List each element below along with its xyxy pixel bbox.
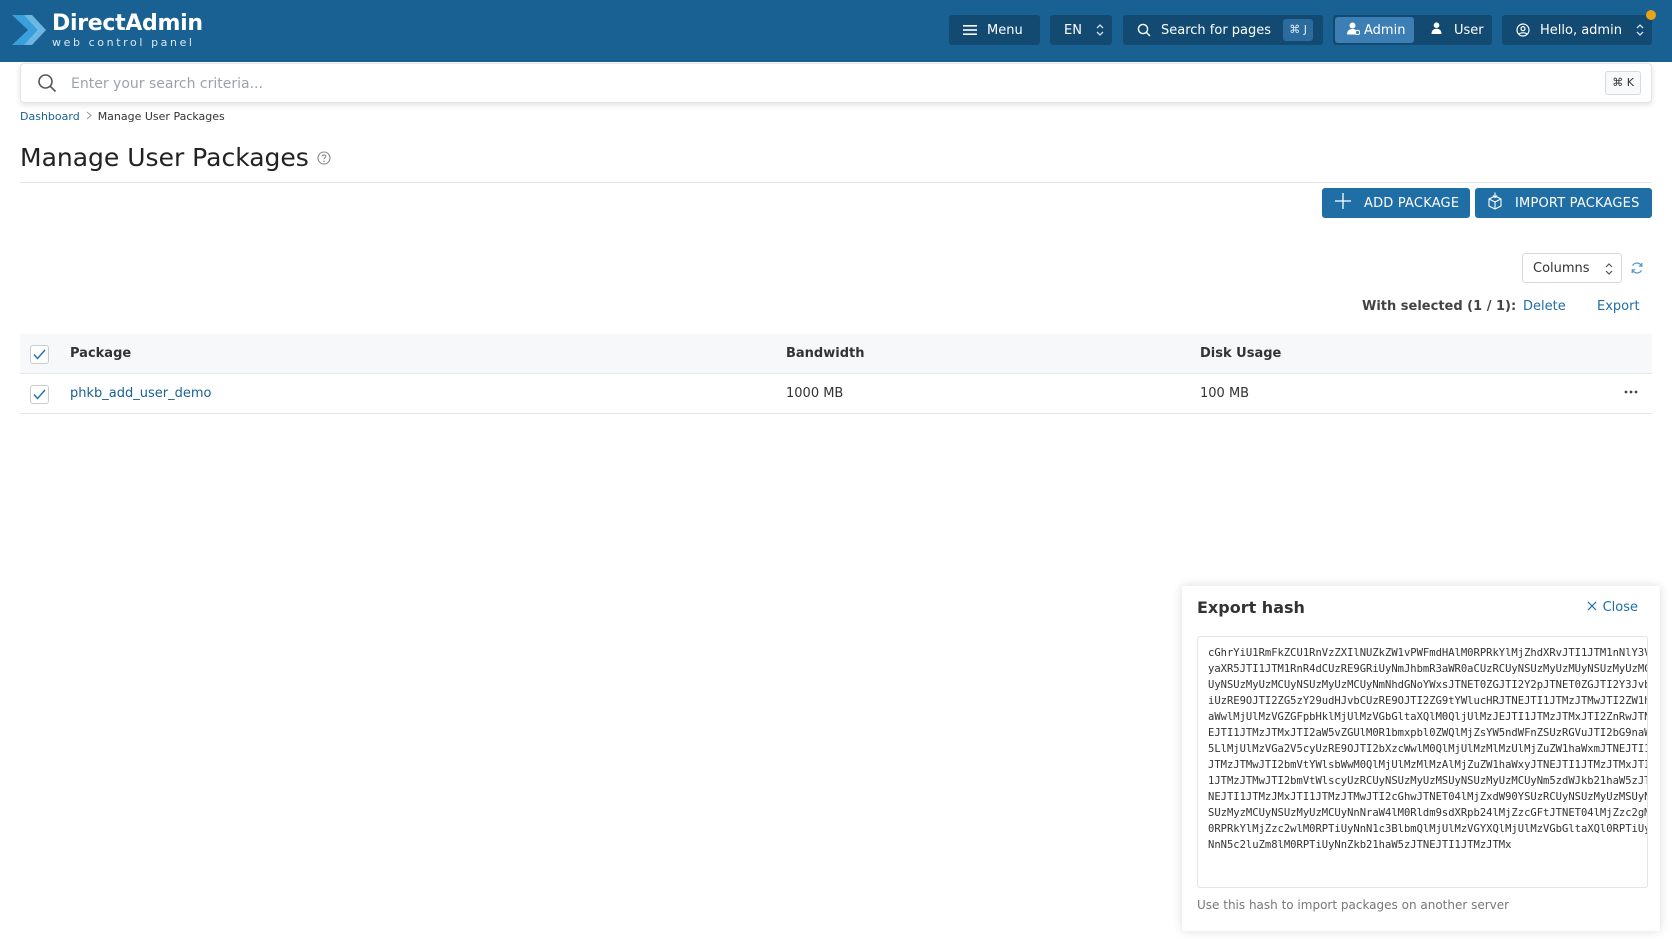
updown-chevron-icon [1096, 23, 1104, 41]
export-hash-note: Use this hash to import packages on anot… [1197, 898, 1510, 912]
import-box-icon [1487, 192, 1503, 214]
disk-usage-value: 100 MB [1200, 386, 1250, 401]
packages-table: Package Bandwidth Disk Usage phkb_add_us… [20, 334, 1652, 414]
logo-title: DirectAdmin [52, 10, 203, 36]
export-selected-button[interactable]: Export [1597, 299, 1640, 314]
import-packages-label: IMPORT PACKAGES [1515, 195, 1640, 211]
chevron-right-icon [86, 111, 92, 123]
checkmark-icon [33, 389, 46, 400]
row-checkbox[interactable] [30, 385, 49, 404]
account-menu-button[interactable]: Hello, admin [1502, 15, 1652, 45]
logo-subtitle: web control panel [52, 35, 195, 49]
admin-user-icon [1347, 22, 1361, 39]
hamburger-icon [963, 24, 977, 36]
global-search-input[interactable] [71, 72, 1511, 96]
columns-label: Columns [1533, 260, 1590, 276]
search-icon [1137, 23, 1151, 37]
menu-label: Menu [987, 22, 1023, 38]
close-button[interactable]: Close [1587, 600, 1638, 615]
select-all-checkbox[interactable] [30, 345, 49, 364]
bandwidth-value: 1000 MB [786, 386, 844, 401]
page-title-row: Manage User Packages [20, 143, 331, 172]
package-name-link[interactable]: phkb_add_user_demo [70, 386, 211, 401]
header-disk-usage[interactable]: Disk Usage [1200, 346, 1281, 361]
export-panel-title: Export hash [1197, 598, 1305, 617]
updown-chevron-icon [1636, 23, 1644, 41]
columns-select[interactable]: Columns [1522, 253, 1622, 283]
header-package[interactable]: Package [70, 346, 131, 361]
role-admin-button[interactable]: Admin [1335, 17, 1414, 43]
table-row: phkb_add_user_demo 1000 MB 100 MB [20, 374, 1652, 414]
page-title: Manage User Packages [20, 143, 309, 172]
title-divider [20, 182, 1652, 183]
role-switcher: Admin User [1333, 15, 1492, 45]
breadcrumb: Dashboard Manage User Packages [20, 110, 225, 123]
export-hash-text: cGhrYiU1RmFkZCU1RnVzZXIlNUZkZW1vPWFmdHAl… [1208, 647, 1648, 851]
search-shortcut-badge: ⌘ K [1605, 71, 1641, 95]
role-user-label: User [1454, 22, 1484, 38]
table-header-row: Package Bandwidth Disk Usage [20, 334, 1652, 374]
header-bandwidth[interactable]: Bandwidth [786, 346, 864, 361]
search-pages-button[interactable]: Search for pages ⌘ J [1123, 15, 1323, 45]
close-icon [1587, 600, 1597, 615]
export-hash-panel: Export hash Close cGhrYiU1RmFkZCU1RnVzZX… [1182, 586, 1660, 931]
directadmin-logo[interactable]: DirectAdmin web control panel [10, 10, 203, 50]
export-hash-textarea[interactable]: cGhrYiU1RmFkZCU1RnVzZXIlNUZkZW1vPWFmdHAl… [1197, 636, 1648, 888]
add-package-button[interactable]: ADD PACKAGE [1322, 188, 1470, 218]
help-circle-icon[interactable] [317, 150, 331, 165]
menu-button[interactable]: Menu [949, 15, 1040, 45]
greeting-label: Hello, admin [1540, 22, 1622, 38]
breadcrumb-current: Manage User Packages [97, 110, 225, 123]
import-packages-button[interactable]: IMPORT PACKAGES [1475, 188, 1652, 218]
user-icon [1431, 22, 1442, 38]
notification-dot [1646, 10, 1656, 20]
language-value: EN [1064, 22, 1082, 38]
checkmark-icon [33, 349, 46, 360]
logo-mark-icon [10, 11, 46, 49]
with-selected-label: With selected (1 / 1): [1362, 299, 1517, 314]
breadcrumb-dashboard-link[interactable]: Dashboard [20, 110, 80, 123]
updown-chevron-icon [1605, 262, 1613, 280]
delete-selected-button[interactable]: Delete [1523, 299, 1566, 314]
search-icon [37, 73, 57, 97]
top-navbar: DirectAdmin web control panel Menu EN Se… [0, 0, 1672, 62]
close-label: Close [1602, 600, 1638, 615]
more-options-icon[interactable] [1624, 384, 1638, 404]
refresh-icon[interactable] [1630, 260, 1644, 279]
plus-icon [1334, 192, 1352, 214]
role-user-button[interactable]: User [1423, 17, 1484, 43]
account-circle-icon [1516, 23, 1530, 37]
search-shortcut-badge: ⌘ J [1283, 19, 1313, 41]
global-search-bar: ⌘ K [20, 63, 1652, 103]
role-admin-label: Admin [1364, 22, 1406, 38]
search-pages-label: Search for pages [1161, 22, 1272, 38]
language-select[interactable]: EN [1050, 15, 1112, 45]
add-package-label: ADD PACKAGE [1364, 195, 1460, 211]
